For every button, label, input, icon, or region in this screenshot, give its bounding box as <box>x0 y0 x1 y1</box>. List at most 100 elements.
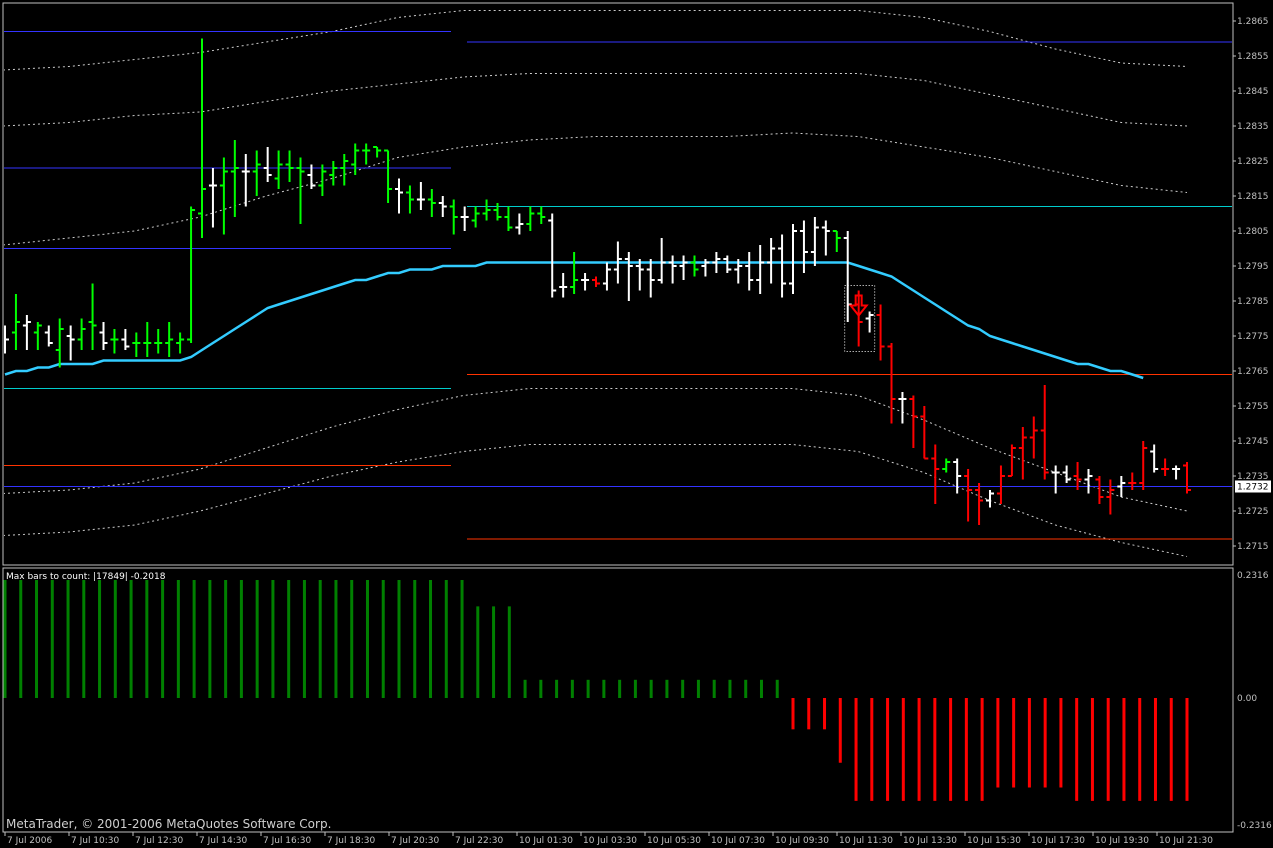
ohlc-bar[interactable] <box>22 315 31 350</box>
ohlc-bar[interactable] <box>252 150 261 197</box>
ohlc-bar[interactable] <box>909 395 918 449</box>
ohlc-bar[interactable] <box>1183 462 1191 494</box>
ohlc-bar[interactable] <box>1172 465 1181 480</box>
ohlc-bar[interactable] <box>1029 416 1038 459</box>
ohlc-bar[interactable] <box>33 322 42 350</box>
ohlc-bar[interactable] <box>843 231 852 322</box>
ohlc-bar[interactable] <box>646 259 655 298</box>
ohlc-bar[interactable] <box>548 213 557 298</box>
ohlc-bar[interactable] <box>362 143 371 165</box>
ohlc-bar[interactable] <box>77 318 86 351</box>
ohlc-bar[interactable] <box>219 157 228 235</box>
ohlc-bar[interactable] <box>986 490 994 508</box>
indicator-pane[interactable]: 0.2316 0.00 -0.2316 <box>2 567 1272 833</box>
ohlc-bar[interactable] <box>1051 465 1060 494</box>
ohlc-bar[interactable] <box>504 206 513 232</box>
ohlc-bar[interactable] <box>482 199 491 221</box>
ohlc-bar[interactable] <box>416 182 425 210</box>
ohlc-bar[interactable] <box>931 444 940 505</box>
ohlc-bar[interactable] <box>143 322 152 357</box>
ohlc-bar[interactable] <box>898 392 907 424</box>
ohlc-bar[interactable] <box>799 220 808 274</box>
ohlc-bar[interactable] <box>1 325 9 354</box>
ohlc-bar[interactable] <box>198 38 206 239</box>
ohlc-bar[interactable] <box>745 252 754 291</box>
ohlc-bar[interactable] <box>570 252 579 294</box>
ohlc-bar[interactable] <box>1139 441 1148 490</box>
ohlc-bar[interactable] <box>395 178 403 214</box>
ohlc-bar[interactable] <box>176 332 185 354</box>
ohlc-bar[interactable] <box>964 469 973 522</box>
ohlc-bar[interactable] <box>351 143 360 176</box>
ohlc-bar[interactable] <box>690 255 699 277</box>
ohlc-bar[interactable] <box>1106 479 1115 515</box>
ohlc-bar[interactable] <box>996 465 1005 505</box>
ohlc-bar[interactable] <box>187 206 196 344</box>
ohlc-bar[interactable] <box>296 157 305 225</box>
ohlc-bar[interactable] <box>329 161 338 186</box>
ohlc-bar[interactable] <box>132 332 141 358</box>
ohlc-bar[interactable] <box>581 273 590 291</box>
ohlc-bar[interactable] <box>865 311 874 333</box>
ohlc-bar[interactable] <box>1150 444 1159 473</box>
ohlc-bar[interactable] <box>810 217 819 266</box>
trading-chart[interactable]: 0.23160.00-0.2316 1.28651.28551.28451.28… <box>0 0 1273 848</box>
ohlc-bar[interactable] <box>789 224 797 294</box>
ohlc-bar[interactable] <box>1073 462 1082 490</box>
ohlc-bar[interactable] <box>318 164 327 197</box>
ohlc-bar[interactable] <box>88 283 97 351</box>
ohlc-bar[interactable] <box>99 322 108 350</box>
ohlc-bar[interactable] <box>526 206 535 232</box>
ohlc-bar[interactable] <box>668 255 677 284</box>
ohlc-bar[interactable] <box>263 147 272 182</box>
ohlc-bar[interactable] <box>241 154 250 207</box>
ohlc-bar[interactable] <box>66 325 75 361</box>
ohlc-bar[interactable] <box>274 150 283 190</box>
ohlc-bar[interactable] <box>493 203 502 221</box>
ohlc-bar[interactable] <box>1161 458 1170 477</box>
ohlc-bar[interactable] <box>821 220 830 256</box>
ohlc-bar[interactable] <box>832 230 841 252</box>
ohlc-bar[interactable] <box>471 206 480 228</box>
ohlc-bar[interactable] <box>405 185 414 214</box>
ohlc-bar[interactable] <box>110 329 119 354</box>
ohlc-bar[interactable] <box>975 483 984 525</box>
price-pane[interactable] <box>1 2 1234 566</box>
ohlc-bar[interactable] <box>602 262 611 291</box>
ohlc-bar[interactable] <box>208 168 217 228</box>
ohlc-bar[interactable] <box>340 154 349 186</box>
ohlc-bar[interactable] <box>427 189 436 217</box>
ohlc-bar[interactable] <box>384 149 393 204</box>
ohlc-bar[interactable] <box>723 255 732 274</box>
ohlc-bar[interactable] <box>1128 472 1137 491</box>
ohlc-bar[interactable] <box>887 343 896 424</box>
ohlc-bar[interactable] <box>778 234 787 298</box>
ohlc-bar[interactable] <box>679 255 688 281</box>
ohlc-bar[interactable] <box>624 252 633 301</box>
ohlc-bar[interactable] <box>657 238 666 284</box>
ohlc-bar[interactable] <box>559 273 568 298</box>
ohlc-bar[interactable] <box>942 458 951 473</box>
ohlc-bar[interactable] <box>230 140 239 217</box>
ohlc-bar[interactable] <box>438 196 447 217</box>
ohlc-bar[interactable] <box>285 150 294 183</box>
ohlc-bar[interactable] <box>55 318 64 368</box>
ohlc-bar[interactable] <box>44 325 53 347</box>
ohlc-bar[interactable] <box>373 146 382 158</box>
ohlc-bar[interactable] <box>154 329 163 354</box>
ohlc-bar[interactable] <box>515 213 524 235</box>
ohlc-bar[interactable] <box>767 238 776 284</box>
ohlc-bar[interactable] <box>1018 427 1027 480</box>
ohlc-bar[interactable] <box>920 406 929 460</box>
ohlc-bar[interactable] <box>1084 469 1093 494</box>
ohlc-bar[interactable] <box>165 322 174 357</box>
ohlc-bar[interactable] <box>756 245 765 294</box>
ohlc-bar[interactable] <box>1062 465 1071 484</box>
ohlc-bar[interactable] <box>876 304 885 361</box>
ohlc-bar[interactable] <box>460 206 469 232</box>
ohlc-bar[interactable] <box>11 294 20 350</box>
ohlc-bar[interactable] <box>449 199 458 235</box>
ohlc-bar[interactable] <box>537 206 546 225</box>
ohlc-bar[interactable] <box>592 276 600 288</box>
ohlc-bar[interactable] <box>121 329 130 350</box>
